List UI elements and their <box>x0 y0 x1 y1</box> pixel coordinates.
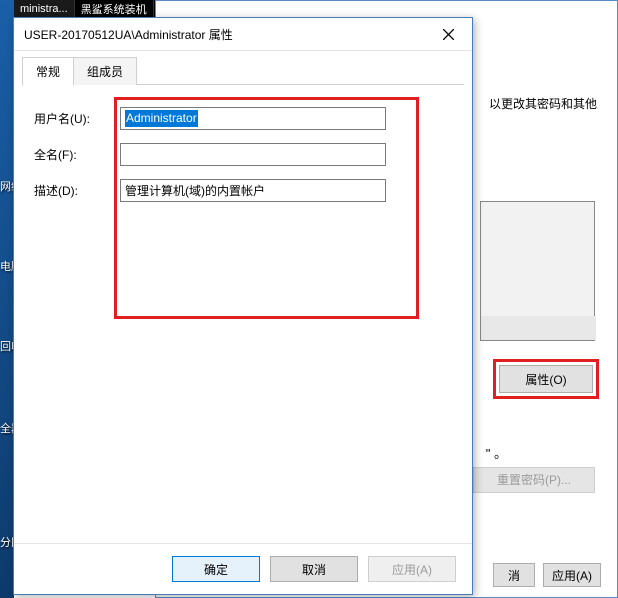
tab-body: 用户名(U): Administrator 全名(F): 描述(D): <box>14 85 472 543</box>
text-tail: " 。 <box>486 443 507 462</box>
fullname-field[interactable] <box>120 143 386 166</box>
cancel-button[interactable]: 消 <box>493 563 535 587</box>
tab-general[interactable]: 常规 <box>22 57 74 86</box>
apply-button[interactable]: 应用(A) <box>543 563 601 587</box>
close-button[interactable] <box>426 20 470 48</box>
description-field[interactable] <box>120 179 386 202</box>
taskbar-item[interactable]: ministra... <box>14 0 75 17</box>
ok-button[interactable]: 确定 <box>172 556 260 582</box>
hint-text: 以更改其密码和其他 <box>489 95 597 112</box>
highlight-box: 属性(O) <box>493 359 599 399</box>
username-value: Administrator <box>125 110 198 127</box>
reset-password-button: 重置密码(P)... <box>473 467 595 493</box>
highlight-box <box>114 97 419 319</box>
dialog-button-row: 确定 取消 应用(A) <box>14 543 472 594</box>
taskbar-item[interactable]: 黑鲨系统装机 <box>75 0 154 17</box>
tab-memberof[interactable]: 组成员 <box>73 57 137 85</box>
properties-button[interactable]: 属性(O) <box>499 365 593 393</box>
tab-strip: 常规 组成员 <box>14 51 472 85</box>
list-panel[interactable] <box>480 201 595 341</box>
cancel-button[interactable]: 取消 <box>270 556 358 582</box>
apply-button: 应用(A) <box>368 556 456 582</box>
username-label: 用户名(U): <box>34 110 120 127</box>
fullname-label: 全名(F): <box>34 146 120 163</box>
close-icon <box>443 29 454 40</box>
user-properties-dialog: USER-20170512UA\Administrator 属性 常规 组成员 … <box>13 17 473 595</box>
description-label: 描述(D): <box>34 182 120 199</box>
titlebar[interactable]: USER-20170512UA\Administrator 属性 <box>14 18 472 51</box>
desktop-background <box>0 0 14 598</box>
dialog-title: USER-20170512UA\Administrator 属性 <box>24 26 426 43</box>
username-field[interactable]: Administrator <box>120 107 386 130</box>
taskbar: ministra... 黑鲨系统装机 <box>14 0 164 17</box>
